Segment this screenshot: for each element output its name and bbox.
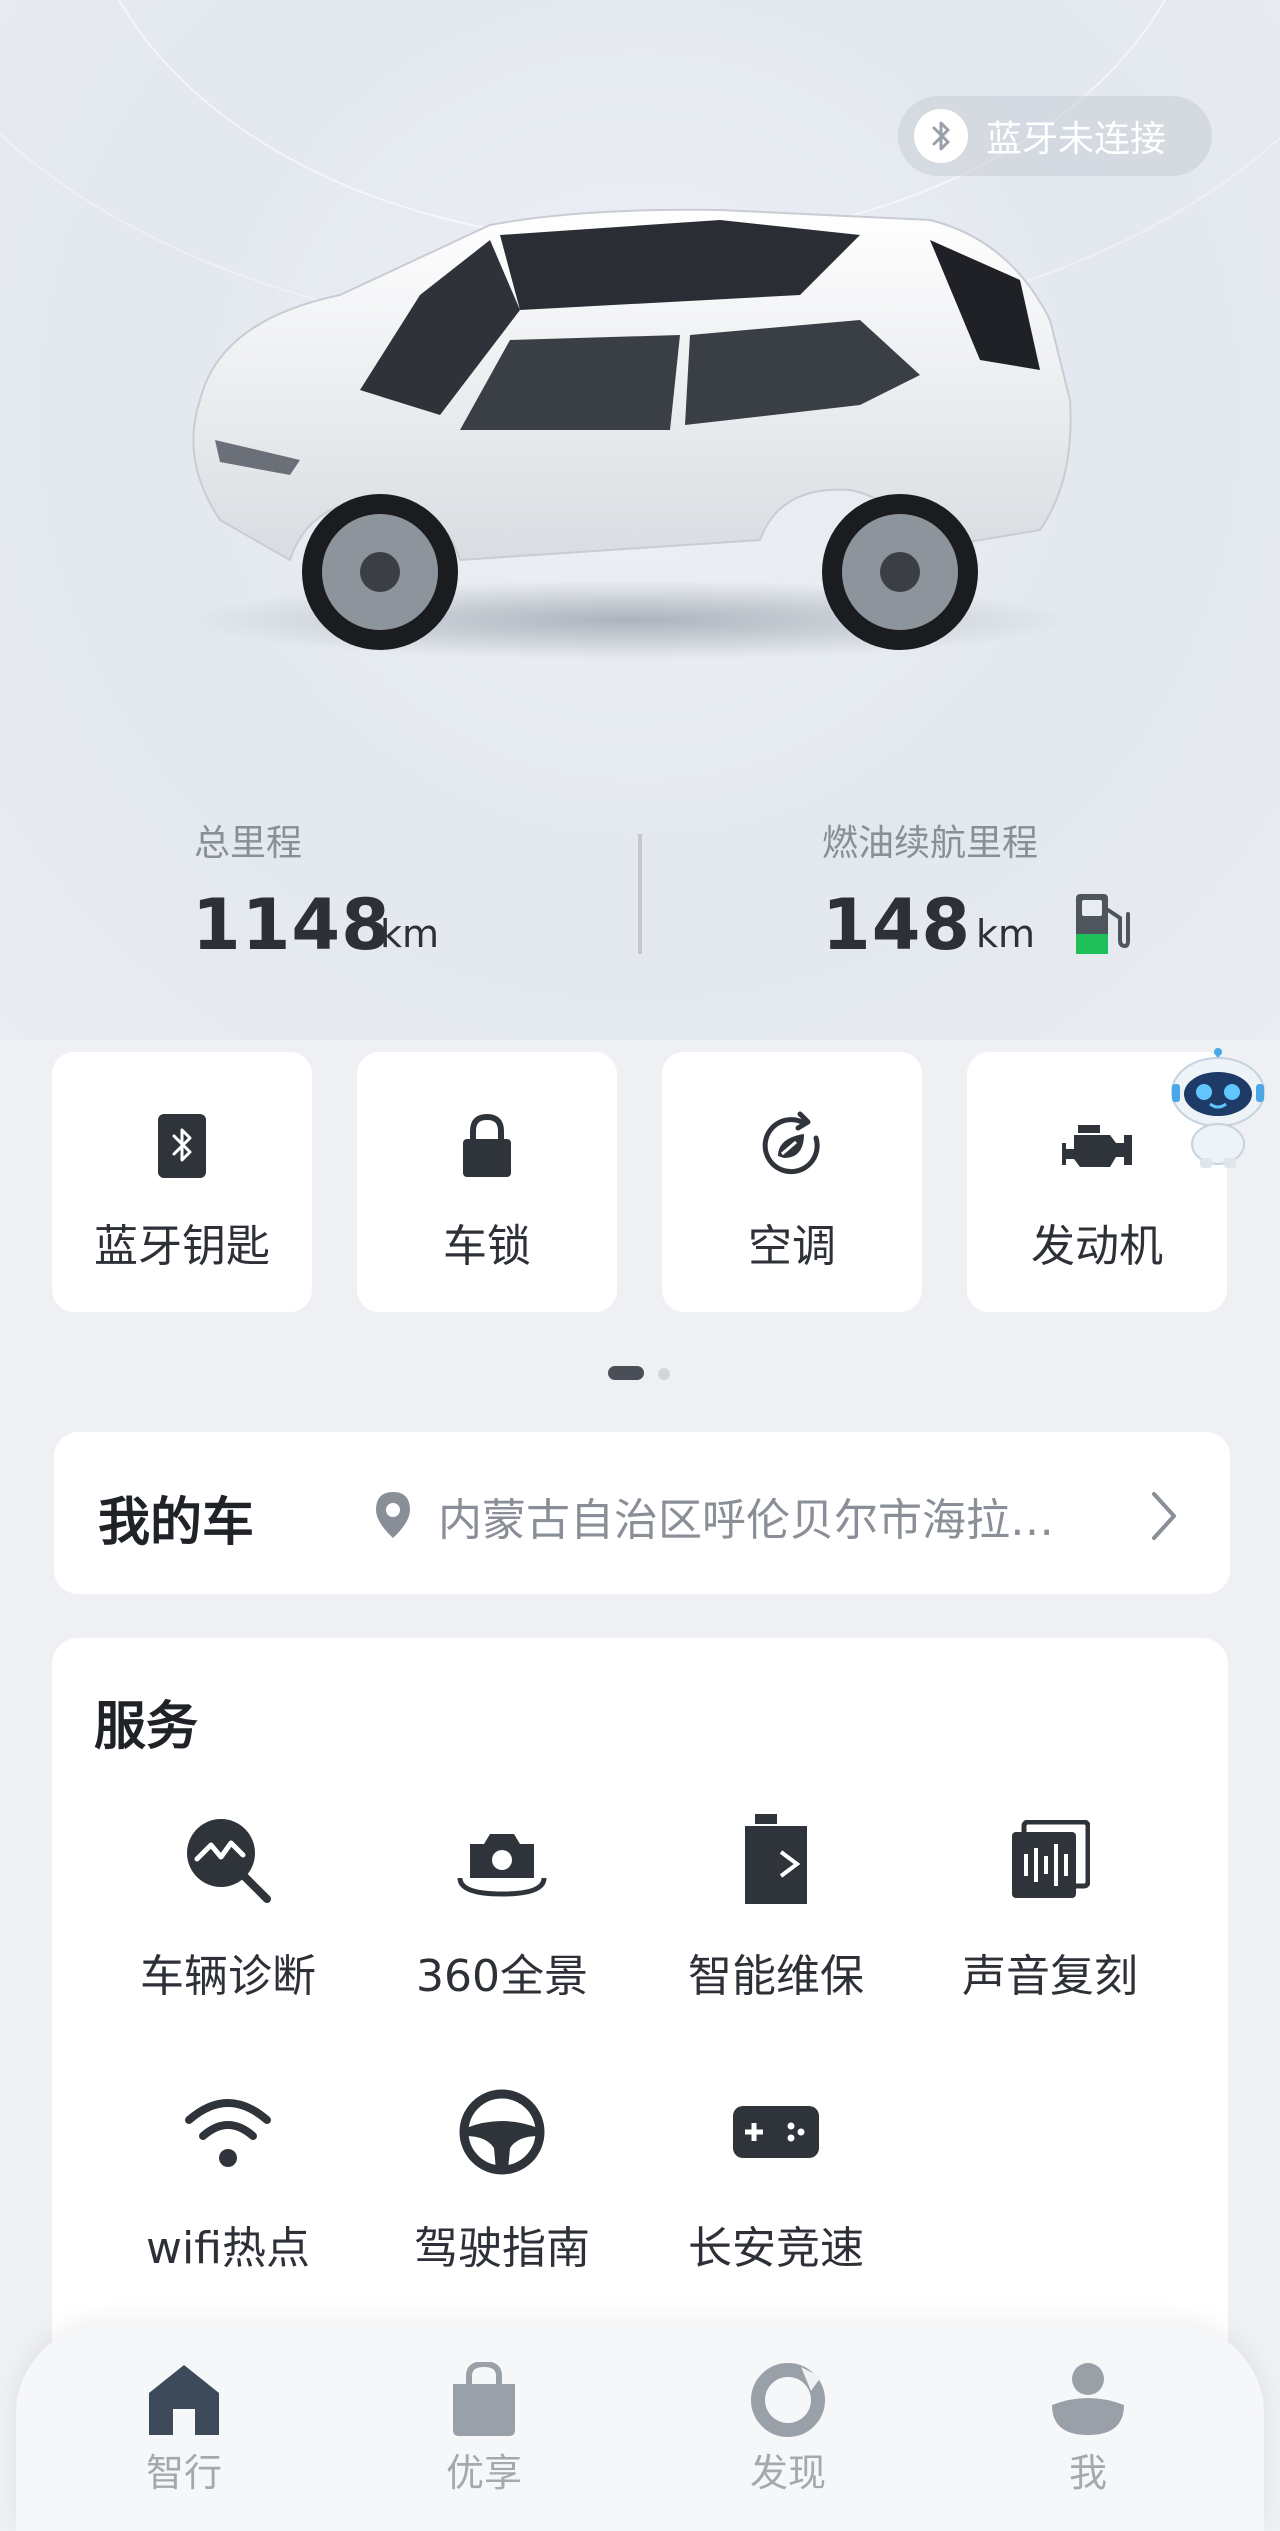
- tab-youxiang[interactable]: 优享: [404, 2360, 564, 2497]
- tab-label: 发现: [749, 2451, 826, 2495]
- profile-icon: [1048, 2360, 1128, 2440]
- quick-control-ac[interactable]: 空调: [662, 1052, 922, 1312]
- bluetooth-icon: [914, 109, 968, 163]
- discover-icon: [748, 2360, 828, 2440]
- quick-control-label: 车锁: [443, 1221, 531, 1272]
- bluetooth-status-pill[interactable]: 蓝牙未连接: [898, 96, 1212, 176]
- robot-assistant-icon[interactable]: [1166, 1048, 1270, 1170]
- quick-control-bluetooth-key[interactable]: 蓝牙钥匙: [52, 1052, 312, 1312]
- wifi-icon: [178, 2082, 278, 2182]
- bluetooth-key-icon: [142, 1106, 222, 1186]
- fuel-range-unit: km: [976, 912, 1036, 956]
- services-title: 服务: [94, 1697, 199, 1757]
- service-label: wifi热点: [146, 2223, 310, 2274]
- location-pin-icon: [376, 1492, 410, 1538]
- tab-wo[interactable]: 我: [1008, 2360, 1168, 2497]
- car-image: [190, 208, 1072, 660]
- pager-dot-active: [608, 1366, 644, 1380]
- service-label: 智能维保: [688, 1951, 864, 2002]
- my-car-card[interactable]: 我的车 内蒙古自治区呼伦贝尔市海拉…: [54, 1432, 1230, 1594]
- service-maintenance[interactable]: 智能维保: [656, 1810, 896, 2010]
- quick-control-label: 发动机: [1031, 1221, 1163, 1272]
- fuel-pump-icon: [1076, 894, 1130, 954]
- service-driving-guide[interactable]: 驾驶指南: [382, 2082, 622, 2282]
- voice-clone-icon: [1000, 1810, 1100, 1910]
- air-conditioner-icon: [752, 1106, 832, 1186]
- engine-icon: [1057, 1106, 1137, 1186]
- service-panorama[interactable]: 360全景: [382, 1810, 622, 2010]
- chevron-right-icon: [1152, 1492, 1176, 1540]
- fuel-range-value: 148: [822, 884, 972, 966]
- total-mileage-label: 总里程: [194, 823, 303, 864]
- total-mileage-unit: km: [380, 912, 440, 956]
- service-label: 车辆诊断: [140, 1951, 316, 2002]
- my-car-location: 内蒙古自治区呼伦贝尔市海拉…: [438, 1495, 1054, 1546]
- panorama-camera-icon: [452, 1810, 552, 1910]
- shopping-bag-icon: [444, 2360, 524, 2440]
- gamepad-icon: [726, 2082, 826, 2182]
- tab-label: 我: [1068, 2451, 1107, 2495]
- service-label: 长安竞速: [688, 2223, 864, 2274]
- my-car-title: 我的车: [98, 1493, 255, 1553]
- lock-icon: [447, 1106, 527, 1186]
- tab-label: 优享: [445, 2451, 522, 2495]
- pager-dot: [658, 1368, 670, 1380]
- bluetooth-status-label: 蓝牙未连接: [986, 119, 1167, 160]
- service-voice-clone[interactable]: 声音复刻: [930, 1810, 1170, 2010]
- tab-faxian[interactable]: 发现: [708, 2360, 868, 2497]
- home-icon: [144, 2360, 224, 2440]
- tab-label: 智行: [145, 2451, 222, 2495]
- fuel-range-label: 燃油续航里程: [822, 823, 1039, 864]
- bottom-tab-bar: 智行 优享 发现 我: [16, 2324, 1264, 2531]
- service-diagnosis[interactable]: 车辆诊断: [108, 1810, 348, 2010]
- tab-zhixing[interactable]: 智行: [104, 2360, 264, 2497]
- quick-control-lock[interactable]: 车锁: [357, 1052, 617, 1312]
- quick-control-label: 蓝牙钥匙: [94, 1221, 270, 1272]
- service-racing[interactable]: 长安竞速: [656, 2082, 896, 2282]
- total-mileage-value: 1148: [192, 884, 391, 966]
- service-label: 声音复刻: [962, 1951, 1138, 2002]
- service-label: 驾驶指南: [414, 2223, 590, 2274]
- quick-control-label: 空调: [748, 1221, 836, 1272]
- service-label: 360全景: [416, 1951, 588, 2002]
- stats-divider: [638, 834, 642, 954]
- maintenance-icon: [726, 1810, 826, 1910]
- service-wifi[interactable]: wifi热点: [108, 2082, 348, 2282]
- steering-wheel-icon: [452, 2082, 552, 2182]
- diagnosis-icon: [178, 1810, 278, 1910]
